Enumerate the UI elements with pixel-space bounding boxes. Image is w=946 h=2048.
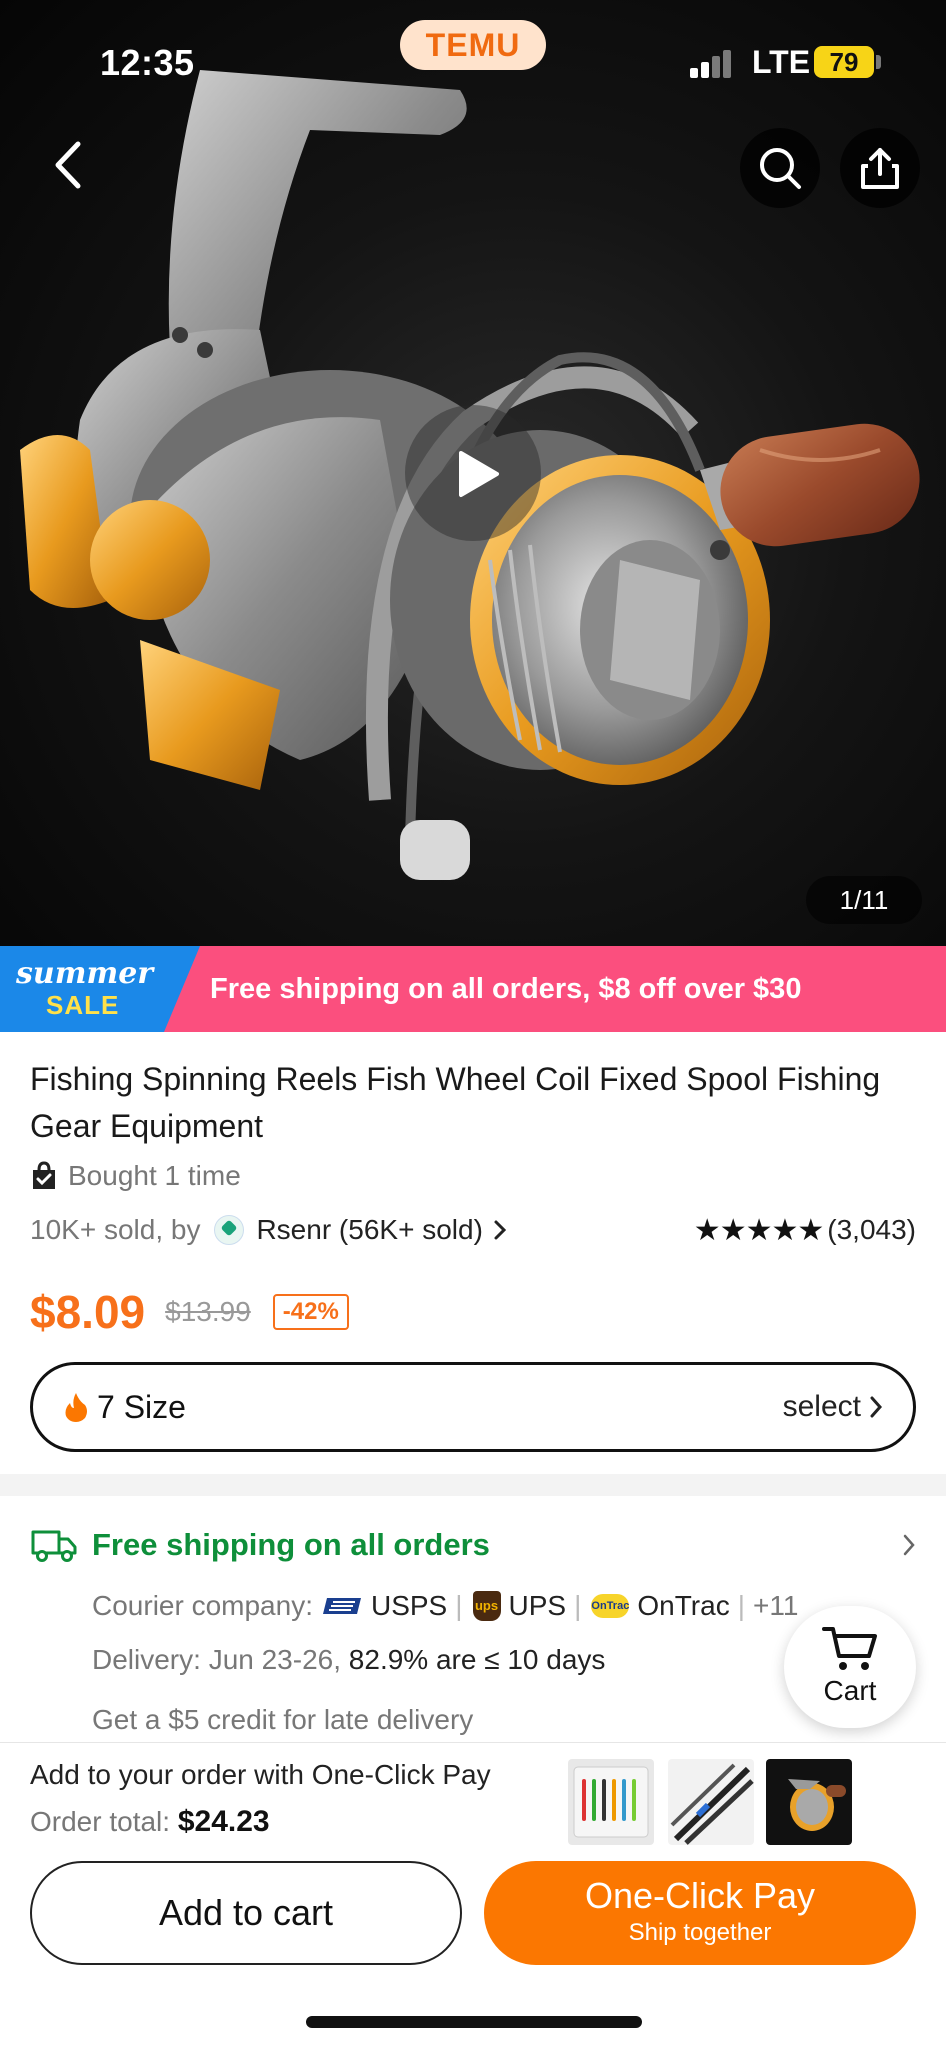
promo-banner[interactable]: summer SALE Free shipping on all orders,…: [0, 946, 946, 1032]
temu-logo: TEMU: [400, 20, 546, 70]
courier-label: Courier company:: [92, 1590, 313, 1621]
cart-icon: [822, 1627, 877, 1670]
fishing-rods-image: [670, 1763, 754, 1845]
seller-row: 10K+ sold, by Rsenr (56K+ sold) ★★★★★ (3…: [30, 1210, 916, 1250]
home-indicator: [306, 2016, 642, 2028]
size-selector[interactable]: 7 Size select: [30, 1362, 916, 1452]
chevron-right-icon: [903, 1534, 915, 1556]
courier-usps: USPS: [370, 1590, 448, 1621]
product-image-carousel[interactable]: 12:35 TEMU LTE 79 1/11: [0, 0, 946, 946]
one-click-prompt: Add to your order with One-Click Pay: [30, 1759, 491, 1790]
order-total: Order total: $24.23: [30, 1805, 270, 1839]
back-icon: [55, 141, 81, 189]
usps-logo-icon: [322, 1598, 361, 1614]
search-icon: [760, 148, 801, 189]
fishing-lures-image: [573, 1766, 649, 1838]
ontrac-logo-icon: OnTrac: [591, 1594, 630, 1618]
play-video-button[interactable]: [405, 405, 541, 541]
fishing-reel-image: [788, 1779, 846, 1831]
sale-price: $8.09: [30, 1286, 146, 1338]
order-item-thumbnail[interactable]: [668, 1759, 754, 1845]
promo-text: Free shipping on all orders, $8 off over…: [210, 973, 802, 1005]
free-shipping-text: Free shipping on all orders: [92, 1527, 490, 1562]
size-option-label: 7 Size: [97, 1388, 186, 1425]
review-count: (3,043): [827, 1214, 916, 1245]
separator: |: [737, 1590, 745, 1621]
seller-link[interactable]: Rsenr (56K+ sold): [256, 1214, 482, 1246]
product-title: Fishing Spinning Reels Fish Wheel Coil F…: [30, 1061, 881, 1144]
back-button[interactable]: [40, 130, 96, 200]
star-rating-icon: ★★★★★: [693, 1213, 824, 1247]
bought-text: Bought 1 time: [68, 1160, 241, 1191]
discount-badge: -42%: [272, 1294, 349, 1330]
add-to-cart-button[interactable]: Add to cart: [30, 1861, 462, 1965]
share-button[interactable]: [840, 128, 920, 208]
courier-row: Courier company: USPS | ups UPS | OnTrac…: [92, 1584, 798, 1628]
search-button[interactable]: [740, 128, 820, 208]
order-item-thumbnail[interactable]: [568, 1759, 654, 1845]
rating[interactable]: ★★★★★ (3,043): [694, 1213, 916, 1248]
battery-icon: 79: [814, 46, 874, 78]
free-shipping-row[interactable]: Free shipping on all orders: [30, 1520, 916, 1570]
delivery-stat: 82.9% are ≤ 10 days: [348, 1644, 606, 1675]
select-label: select: [782, 1390, 861, 1423]
ship-together-label: Ship together: [628, 1919, 772, 1946]
separator: |: [455, 1590, 463, 1621]
signal-icon: [690, 50, 734, 78]
bought-count: Bought 1 time: [30, 1158, 241, 1194]
original-price: $13.99: [165, 1296, 251, 1327]
cart-button[interactable]: Cart: [784, 1606, 916, 1728]
sale-label: SALE: [46, 990, 120, 1020]
truck-icon: [31, 1530, 77, 1562]
one-click-pay-label: One-Click Pay: [584, 1875, 816, 1916]
separator: |: [574, 1590, 582, 1621]
battery-tip: [876, 55, 881, 69]
order-total-label: Order total:: [30, 1806, 171, 1837]
late-delivery-credit: Get a $5 credit for late delivery: [92, 1704, 474, 1735]
status-time: 12:35: [100, 42, 195, 83]
one-click-pay-button[interactable]: One-Click Pay Ship together: [484, 1861, 916, 1965]
sold-count: 10K+ sold, by: [30, 1214, 201, 1245]
price-row: $8.09 $13.99 -42%: [30, 1282, 349, 1342]
section-divider: [0, 1474, 946, 1496]
ups-logo-icon: ups: [472, 1591, 501, 1621]
chevron-right-icon: [870, 1396, 883, 1418]
network-label: LTE: [752, 44, 811, 80]
bag-check-icon: [33, 1161, 55, 1189]
delivery-estimate: Delivery: Jun 23-26, 82.9% are ≤ 10 days: [92, 1644, 605, 1676]
fire-icon: [65, 1393, 87, 1422]
share-icon: [861, 148, 899, 189]
cart-label: Cart: [823, 1675, 877, 1706]
summer-sale-badge: summer SALE: [0, 946, 200, 1032]
order-total-value: $24.23: [177, 1805, 270, 1838]
seller-logo: [214, 1215, 245, 1245]
image-counter: 1/11: [806, 876, 922, 924]
chevron-right-icon: [494, 1220, 507, 1240]
courier-ontrac: OnTrac: [637, 1590, 730, 1621]
delivery-label: Delivery: Jun 23-26,: [92, 1644, 342, 1675]
play-icon: [459, 451, 499, 497]
size-select-button[interactable]: select: [783, 1390, 883, 1424]
order-item-thumbnail[interactable]: [766, 1759, 852, 1845]
bottom-action-bar: Add to your order with One-Click Pay Ord…: [0, 1742, 946, 2048]
courier-ups: UPS: [508, 1590, 567, 1621]
summer-label: summer: [16, 956, 154, 991]
